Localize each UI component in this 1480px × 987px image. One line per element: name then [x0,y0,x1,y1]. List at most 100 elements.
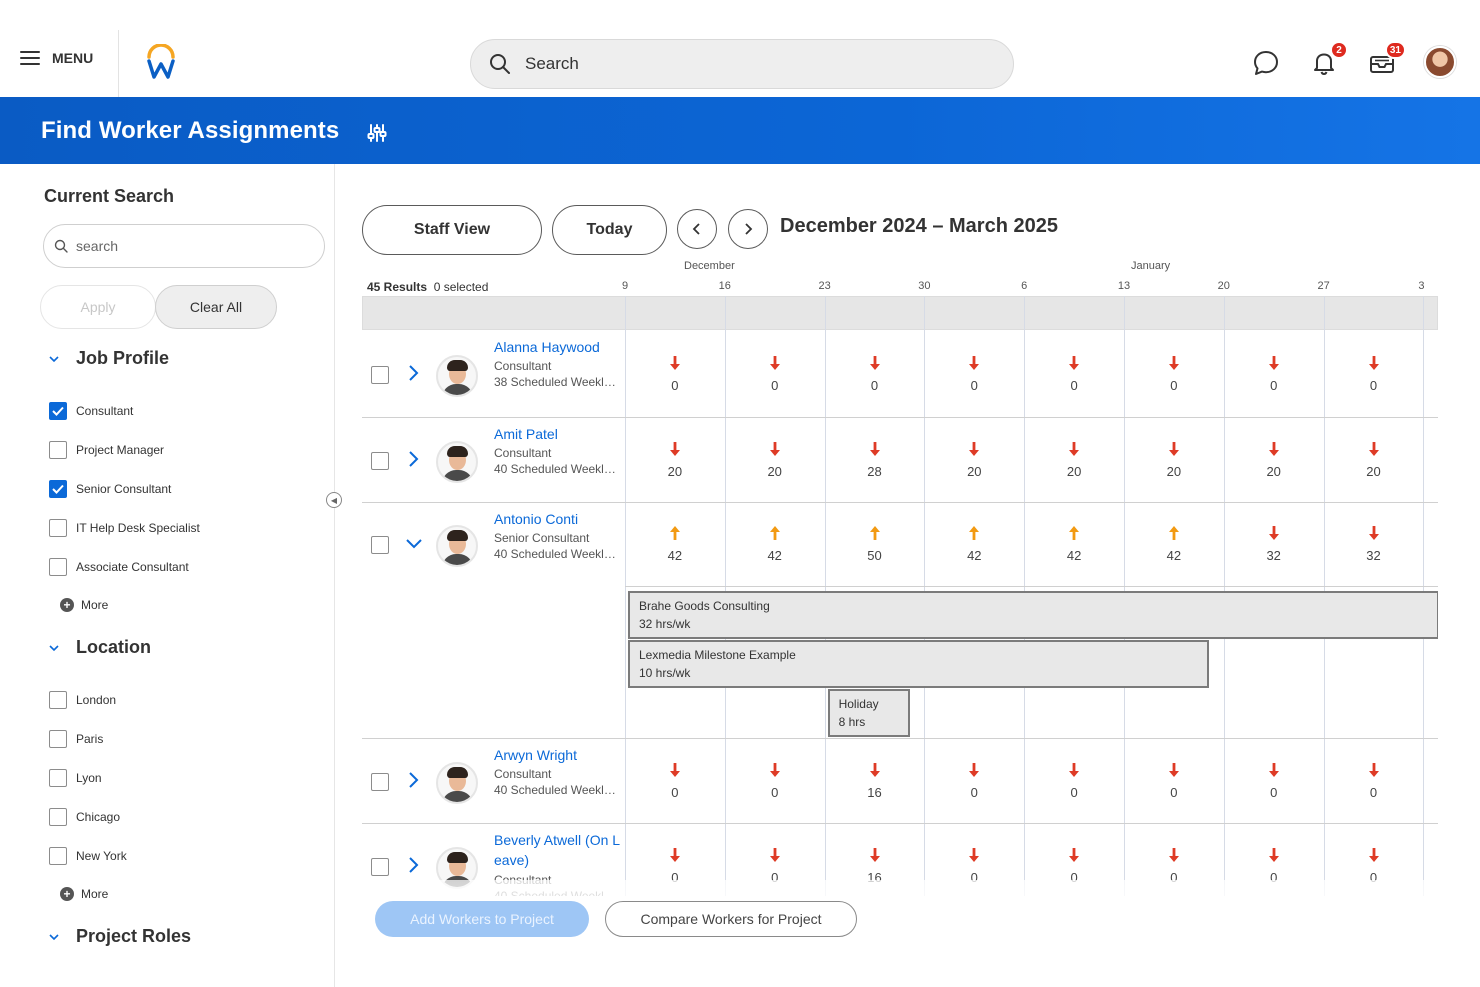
arrow-down-icon [1069,762,1080,777]
search-icon [54,239,68,253]
checkbox[interactable] [49,691,67,709]
capacity-value: 0 [1170,784,1178,800]
date-range-title: December 2024 – March 2025 [780,215,1058,237]
arrow-down-icon [1168,847,1179,862]
capacity-value: 20 [967,463,982,479]
assignment-bar[interactable]: Brahe Goods Consulting 32 hrs/wk [628,591,1438,639]
next-range-button[interactable] [728,209,768,249]
worker-schedule: 40 Scheduled Weekly Hours [494,547,620,561]
checkbox[interactable] [49,769,67,787]
location-section-toggle[interactable]: Location [48,637,151,658]
capacity-value: 20 [767,463,782,479]
job-profile-option[interactable]: Senior Consultant [49,480,171,498]
week-label: 23 [818,280,831,292]
worker-name-link[interactable]: Antonio Conti [494,509,622,529]
previous-range-button[interactable] [677,209,717,249]
notifications-button[interactable]: 2 [1309,41,1348,78]
worker-name-link[interactable]: Beverly Atwell (On Leave) [494,830,622,870]
location-more-link[interactable]: + More [60,887,108,901]
arrow-down-icon [1368,762,1379,777]
checkbox-checked[interactable] [49,402,67,420]
job-profile-title: Job Profile [76,348,170,368]
week-label: 9 [621,280,629,292]
chevron-down-icon[interactable] [404,534,424,552]
chevron-right-icon[interactable] [406,771,422,789]
job-profile-option[interactable]: Project Manager [49,441,164,459]
capacity-value: 0 [970,377,978,393]
worker-select-checkbox[interactable] [371,772,389,791]
capacity-value: 32 [1366,548,1381,563]
job-profile-section-toggle[interactable]: Job Profile [48,348,169,369]
menu-button[interactable]: MENU [20,50,93,66]
week-label: 30 [918,280,931,292]
worker-select-checkbox[interactable] [371,451,389,470]
apply-button[interactable]: Apply [40,285,156,329]
checkbox[interactable] [49,441,67,459]
arrow-down-icon [769,762,780,777]
inbox-button[interactable]: 31 [1367,41,1406,78]
filter-settings-icon[interactable] [366,122,388,144]
location-option[interactable]: New York [49,847,127,865]
worker-role: Consultant [494,446,552,460]
checkbox[interactable] [49,847,67,865]
worker-role: Consultant [494,767,552,781]
arrow-down-icon [1168,441,1179,456]
arrow-down-icon [869,355,880,370]
arrow-up-icon [869,526,880,540]
collapse-panel-icon[interactable]: ◀ [326,492,342,508]
capacity-value: 20 [667,463,683,479]
checkbox[interactable] [49,730,67,748]
add-workers-button[interactable]: Add Workers to Project [375,901,589,937]
job-profile-option[interactable]: Associate Consultant [49,558,189,576]
selected-count: 0 selected [433,280,489,294]
arrow-down-icon [969,762,980,777]
capacity-value: 0 [671,377,679,393]
arrow-down-icon [1268,847,1279,862]
checkbox[interactable] [49,519,67,537]
chevron-right-icon[interactable] [406,856,422,874]
worker-name-link[interactable]: Alanna Haywood [494,337,622,357]
workday-logo-icon[interactable] [144,44,178,80]
holiday-block[interactable]: Holiday 8 hrs [827,689,910,737]
assignment-bar[interactable]: Lexmedia Milestone Example 10 hrs/wk [628,640,1209,688]
checkbox[interactable] [49,558,67,576]
worker-avatar [436,761,478,804]
plus-circle-icon: + [60,598,74,612]
chevron-right-icon[interactable] [406,364,422,382]
job-profile-option[interactable]: IT Help Desk Specialist [49,519,200,537]
worker-name-link[interactable]: Amit Patel [494,424,622,444]
clear-all-button[interactable]: Clear All [155,285,277,329]
global-search-input[interactable]: Search [470,39,1014,89]
user-avatar[interactable] [1424,46,1456,78]
location-option[interactable]: Chicago [49,808,120,826]
worker-select-checkbox[interactable] [371,536,389,554]
staff-view-button[interactable]: Staff View [362,205,542,255]
checkbox-checked[interactable] [49,480,67,498]
arrow-down-icon [869,762,880,777]
grid-header-row [362,296,1438,330]
checkbox[interactable] [49,808,67,826]
location-option[interactable]: London [49,691,116,709]
current-search-title: Current Search [44,186,175,206]
compare-workers-button[interactable]: Compare Workers for Project [605,901,857,937]
worker-name-link[interactable]: Arwyn Wright [494,745,622,765]
inbox-badge: 31 [1384,41,1406,59]
option-label: Senior Consultant [76,482,172,496]
chevron-right-icon[interactable] [406,450,422,468]
location-option[interactable]: Lyon [49,769,102,787]
more-label: More [81,887,109,901]
worker-select-checkbox[interactable] [371,365,389,384]
chat-icon[interactable] [1251,48,1281,78]
job-profile-more-link[interactable]: + More [60,598,108,612]
location-option[interactable]: Paris [49,730,103,748]
project-roles-section-toggle[interactable]: Project Roles [48,926,191,947]
week-label: 6 [1021,280,1028,292]
arrow-down-icon [669,762,680,777]
today-button[interactable]: Today [552,205,667,255]
chevron-down-icon [49,355,59,362]
filter-search-input[interactable]: search [43,224,325,268]
job-profile-option[interactable]: Consultant [49,402,133,420]
arrow-up-icon [669,526,680,540]
notifications-badge: 2 [1330,41,1348,59]
worker-select-checkbox[interactable] [371,857,389,876]
